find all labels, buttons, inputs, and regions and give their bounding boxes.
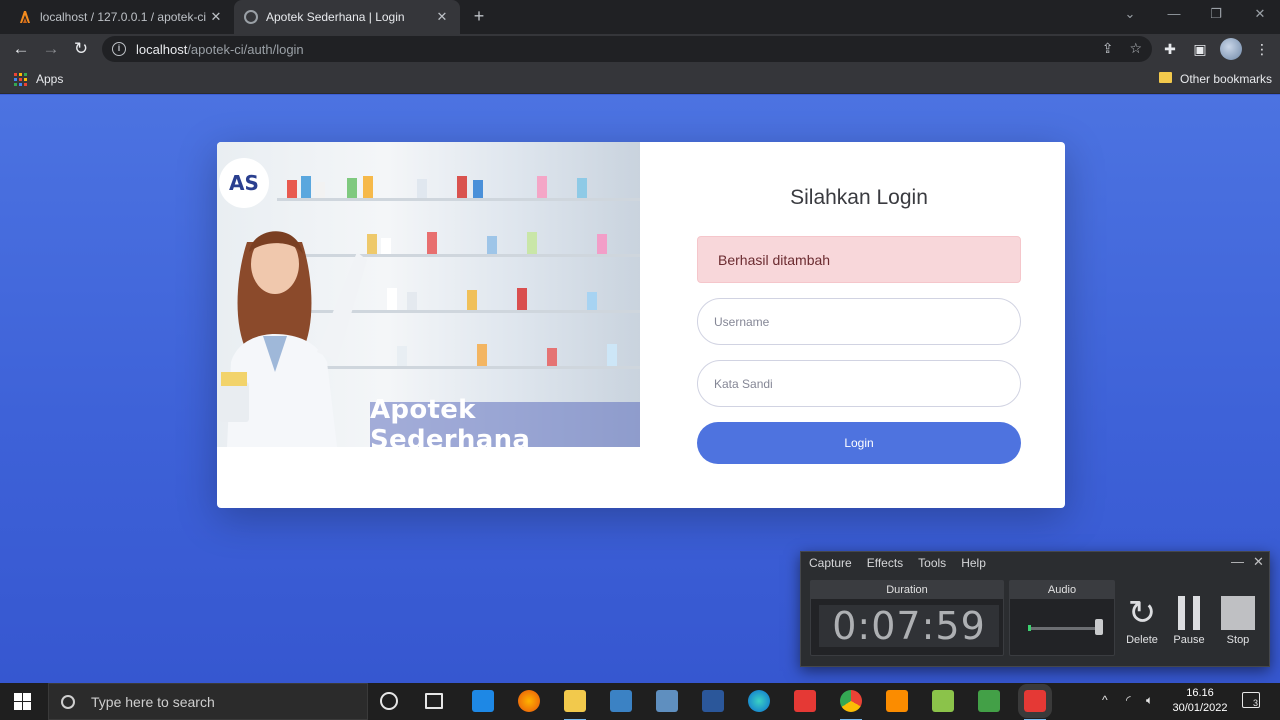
store-icon[interactable] [610,690,632,712]
xampp-favicon-icon [20,11,30,23]
duration-timer: 0:07:59 [819,605,999,647]
forward-arrow-icon[interactable]: → [40,38,62,60]
search-icon [61,694,75,709]
new-tab-icon[interactable]: + [468,5,490,27]
tab-strip: localhost / 127.0.0.1 / apotek-ci / ✕ Ap… [0,0,1280,34]
minimize-icon[interactable]: — [1154,0,1194,30]
hero-caption: Apotek Sederhana [370,395,640,447]
recorder-close-icon[interactable]: ✕ [1253,554,1264,570]
shelf-products [277,172,640,198]
apps-grid-icon[interactable] [14,73,27,86]
pause-icon [1178,596,1200,630]
url-path: /apotek-ci/auth/login [187,41,304,57]
delete-label: Delete [1126,634,1158,646]
pause-label: Pause [1173,634,1205,646]
menu-help[interactable]: Help [961,556,986,570]
delete-button[interactable]: ↻ Delete [1122,592,1162,646]
mail-icon[interactable] [472,690,494,712]
screen-recorder-widget: Capture Effects Tools Help — ✕ Duration … [800,551,1270,667]
apps-bookmark[interactable]: Apps [36,72,63,86]
url-host: localhost [136,41,188,57]
kebab-menu-icon[interactable]: ⋮ [1252,39,1272,59]
task-view-icon[interactable] [425,693,443,709]
audio-volume-slider[interactable] [1095,619,1103,635]
success-alert: Berhasil ditambah [697,236,1021,283]
site-info-icon[interactable]: i [112,42,126,56]
stop-label: Stop [1226,634,1250,646]
omnibox-actions: ⇪ ☆ [1102,40,1142,57]
close-tab-icon[interactable]: ✕ [208,9,224,25]
duration-panel: Duration 0:07:59 [810,580,1004,656]
tab-apotek-login[interactable]: Apotek Sederhana | Login ✕ [234,0,460,34]
camtasia-recorder-icon[interactable] [1018,684,1052,720]
remote-desktop-icon[interactable] [656,690,678,712]
side-panel-icon[interactable]: ▣ [1190,39,1210,59]
bookmarks-bar: Apps Other bookmarks [0,64,1280,94]
cortana-icon[interactable] [380,692,398,710]
wifi-icon[interactable]: ◜ [1126,693,1131,707]
login-title: Silahkan Login [790,186,928,209]
folder-icon [1159,72,1172,83]
file-explorer-icon[interactable] [564,690,586,720]
tab-search-chevron-icon[interactable]: ⌄ [1110,0,1150,30]
xampp-icon[interactable] [886,690,908,712]
window-close-icon[interactable]: ✕ [1240,0,1280,30]
taskbar-search[interactable]: Type here to search [48,683,368,720]
menu-tools[interactable]: Tools [918,556,946,570]
recorder-minimize-icon[interactable]: — [1231,554,1244,569]
reload-icon[interactable]: ↻ [70,38,92,60]
audio-panel: Audio [1009,580,1115,656]
shelf [277,198,640,201]
password-input[interactable] [697,360,1021,407]
login-button[interactable]: Login [697,422,1021,464]
duration-label: Duration [811,581,1003,599]
stop-icon [1221,596,1255,630]
other-bookmarks[interactable]: Other bookmarks [1180,72,1272,86]
tab-phpmyadmin[interactable]: localhost / 127.0.0.1 / apotek-ci / ✕ [8,0,234,34]
taskbar-clock[interactable]: 16.16 30/01/2022 [1168,686,1232,716]
audio-level-track [1028,627,1098,630]
address-bar[interactable]: i localhost/apotek-ci/auth/login ⇪ ☆ [102,36,1152,62]
chrome-icon[interactable] [840,690,862,720]
windows-taskbar: Type here to search ^ ◜ 🔈︎ 16.16 30/01/2… [0,683,1280,720]
bookmark-star-icon[interactable]: ☆ [1129,40,1142,57]
audio-level-meter [1028,625,1031,631]
firefox-icon[interactable] [518,690,540,712]
notification-center-icon[interactable]: 3 [1242,692,1260,708]
close-tab-icon[interactable]: ✕ [434,9,450,25]
pause-button[interactable]: Pause [1169,592,1209,646]
restart-arrow-icon: ↻ [1127,594,1157,632]
back-arrow-icon[interactable]: ← [10,38,32,60]
tab-title: Apotek Sederhana | Login [266,10,405,24]
clock-time: 16.16 [1186,687,1214,699]
audio-label: Audio [1010,581,1114,599]
clock-date: 30/01/2022 [1172,702,1228,714]
edge-icon[interactable] [748,690,770,712]
camtasia-editor-icon[interactable] [978,690,1000,712]
tab-title: localhost / 127.0.0.1 / apotek-ci / [40,10,208,24]
username-input[interactable] [697,298,1021,345]
menu-effects[interactable]: Effects [867,556,903,570]
profile-avatar[interactable] [1220,38,1242,60]
volume-icon[interactable]: 🔈︎ [1146,693,1153,708]
search-placeholder: Type here to search [91,693,215,710]
login-card: AS Apotek Sederhana Silahkan Login Berha… [217,142,1065,508]
show-hidden-icons-chevron-icon[interactable]: ^ [1102,693,1108,707]
pharmacist-illustration [219,231,367,447]
anydesk-icon[interactable] [794,690,816,712]
restore-icon[interactable]: ❐ [1196,0,1236,30]
globe-favicon-icon [244,10,258,24]
word-icon[interactable] [702,690,724,712]
notepad-plus-icon[interactable] [932,690,954,712]
extensions-puzzle-icon[interactable]: ✚ [1160,39,1180,59]
recorder-menu: Capture Effects Tools Help [809,556,986,570]
stop-button[interactable]: Stop [1218,592,1258,646]
share-icon[interactable]: ⇪ [1102,40,1114,57]
browser-toolbar: ← → ↻ i localhost/apotek-ci/auth/login ⇪… [0,34,1280,64]
notification-count: 3 [1252,698,1258,708]
pharmacy-hero-image: AS Apotek Sederhana [217,142,640,447]
menu-capture[interactable]: Capture [809,556,852,570]
apotek-logo: AS [219,158,269,208]
windows-start-icon[interactable] [14,693,31,710]
